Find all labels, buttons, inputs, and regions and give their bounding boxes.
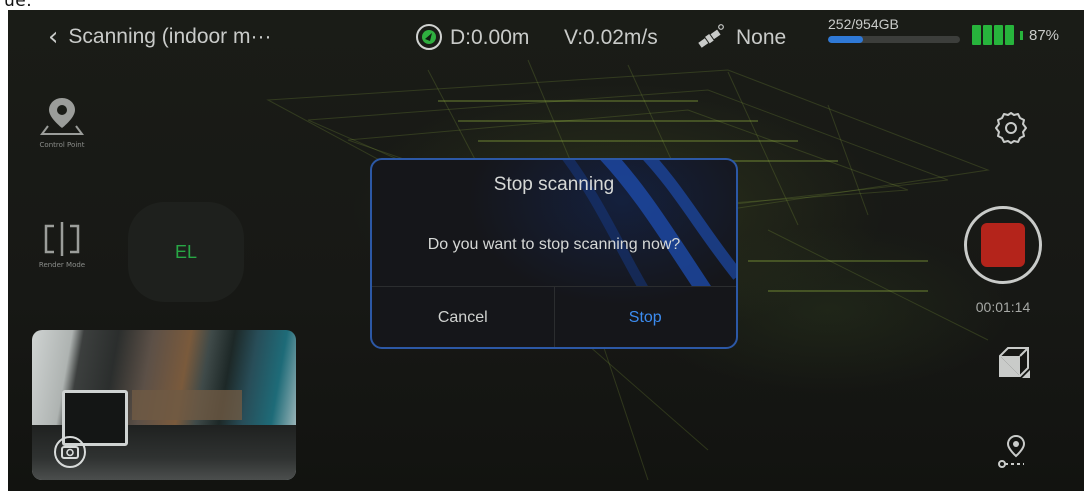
battery-tip bbox=[1020, 30, 1023, 40]
battery-indicator: 87% bbox=[972, 25, 1059, 45]
velocity-readout: V:0.02m/s bbox=[564, 26, 658, 49]
storage-text: 252/954GB bbox=[828, 16, 899, 32]
render-mode-label: Render Mode bbox=[38, 261, 86, 269]
split-view-icon bbox=[44, 222, 80, 256]
camera-preview[interactable] bbox=[32, 330, 296, 480]
stop-square-icon bbox=[981, 223, 1025, 267]
cube-icon[interactable] bbox=[994, 344, 1032, 382]
satellite-icon bbox=[698, 24, 724, 48]
stop-button[interactable]: Stop bbox=[555, 287, 737, 347]
cut-text-fragment: ue. bbox=[4, 0, 33, 10]
scanner-screen: ‹ Scanning (indoor m··· D:0.00m V:0.02m/… bbox=[8, 10, 1084, 491]
camera-switch-icon[interactable] bbox=[52, 434, 88, 470]
cancel-button[interactable]: Cancel bbox=[372, 287, 555, 347]
storage-indicator: 252/954GB bbox=[828, 16, 962, 43]
scan-timer: 00:01:14 bbox=[975, 299, 1031, 315]
el-button[interactable]: EL bbox=[128, 202, 244, 302]
rtk-status: None bbox=[736, 26, 787, 49]
dialog-actions: Cancel Stop bbox=[372, 286, 737, 347]
storage-bar-fill bbox=[828, 36, 863, 43]
top-status-bar: ‹ Scanning (indoor m··· D:0.00m V:0.02m/… bbox=[8, 10, 1084, 66]
gnss-icon bbox=[416, 24, 442, 50]
scan-title: Scanning (indoor m··· bbox=[68, 25, 272, 48]
battery-percent: 87% bbox=[1029, 26, 1060, 44]
map-pin-icon bbox=[40, 98, 84, 135]
battery-icon bbox=[972, 25, 1014, 45]
top-cut-text: ue. bbox=[0, 0, 1084, 10]
record-stop-button[interactable] bbox=[964, 206, 1042, 284]
distance-readout: D:0.00m bbox=[450, 26, 530, 49]
gear-icon[interactable] bbox=[993, 110, 1029, 146]
chevron-left-icon: ‹ bbox=[48, 22, 59, 52]
storage-bar bbox=[828, 36, 960, 43]
el-label: EL bbox=[174, 241, 198, 262]
back-button[interactable]: ‹ Scanning (indoor m··· bbox=[48, 24, 272, 50]
dialog-message: Do you want to stop scanning now? bbox=[427, 236, 681, 253]
control-point-button[interactable]: Control Point bbox=[30, 96, 94, 149]
dialog-title: Stop scanning bbox=[493, 174, 615, 195]
render-mode-button[interactable]: Render Mode bbox=[30, 222, 94, 269]
route-pin-icon[interactable] bbox=[998, 434, 1026, 468]
stop-scanning-dialog: Stop scanning Do you want to stop scanni… bbox=[370, 158, 738, 349]
control-point-label: Control Point bbox=[39, 141, 85, 149]
